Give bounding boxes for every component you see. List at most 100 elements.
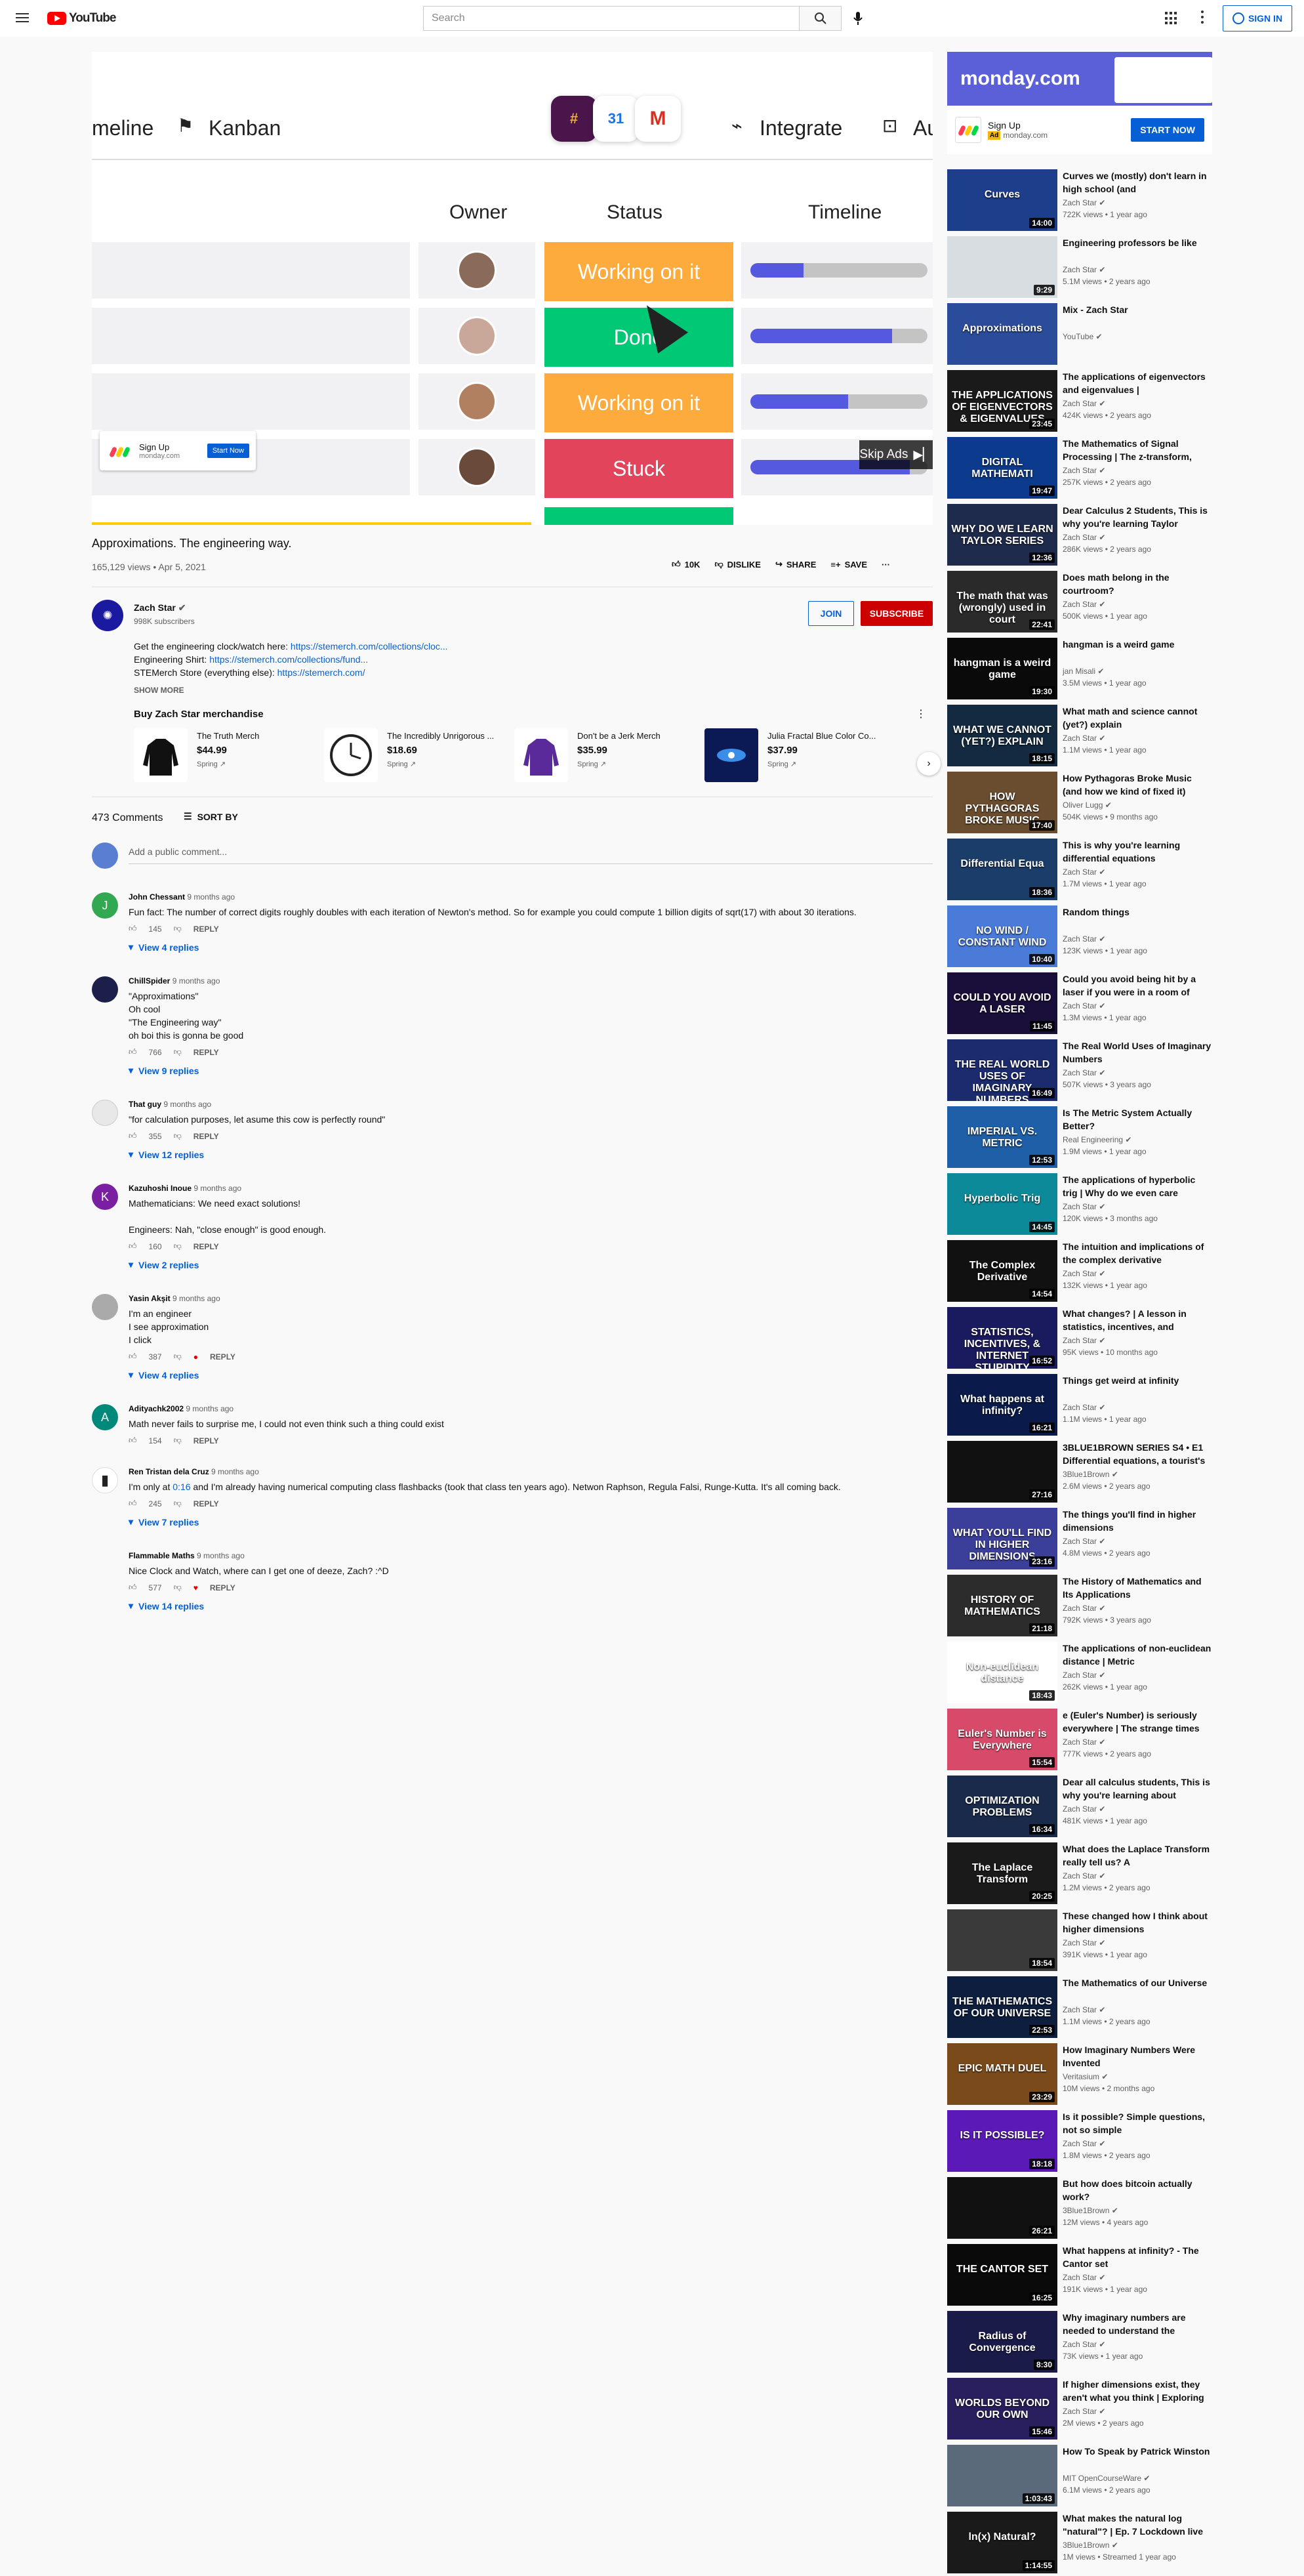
dislike-comment-icon[interactable]: 👎︎ — [174, 1241, 182, 1251]
sort-by-button[interactable]: ☰ SORT BY — [184, 811, 238, 822]
related-video-title[interactable]: The intuition and implications of the co… — [1063, 1240, 1212, 1266]
comment-time[interactable]: 9 months ago — [163, 1100, 211, 1109]
reply-button[interactable]: REPLY — [194, 1048, 219, 1057]
view-replies-button[interactable]: ▾ View 14 replies — [129, 1600, 933, 1611]
related-video-title[interactable]: Is it possible? Simple questions, not so… — [1063, 2110, 1212, 2136]
related-video-channel[interactable]: Zach Star ✔ — [1063, 533, 1105, 542]
related-video-item[interactable]: What happens at infinity? 16:21 Things get… — [947, 1374, 1212, 1436]
related-video-channel[interactable]: Zach Star ✔ — [1063, 867, 1105, 877]
comment-time[interactable]: 9 months ago — [211, 1467, 259, 1476]
related-video-title[interactable]: The things you'll find in higher dimensi… — [1063, 1508, 1212, 1534]
settings-more-icon[interactable] — [1200, 10, 1204, 25]
related-video-item[interactable]: IS IT POSSIBLE? 18:18 Is it possible? Simp… — [947, 2110, 1212, 2172]
dislike-button[interactable]: 👎︎ DISLIKE — [714, 559, 761, 570]
related-video-title[interactable]: The applications of hyperbolic trig | Wh… — [1063, 1173, 1212, 1199]
related-video-title[interactable]: How To Speak by Patrick Winston — [1063, 2445, 1212, 2458]
related-video-item[interactable]: WHAT WE CANNOT (YET?) EXPLAIN 18:15 What m… — [947, 705, 1212, 766]
related-video-item[interactable]: ln(x) Natural? 1:14:55 What makes the natu… — [947, 2512, 1212, 2573]
related-video-item[interactable]: THE CANTOR SET 16:25 What happens at infin… — [947, 2244, 1212, 2306]
comment-time[interactable]: 9 months ago — [173, 1294, 220, 1303]
related-video-title[interactable]: What math and science cannot (yet?) expl… — [1063, 705, 1212, 731]
related-video-item[interactable]: DIGITAL MATHEMATI 19:47 The Mathematics of… — [947, 437, 1212, 499]
related-video-channel[interactable]: Zach Star ✔ — [1063, 1737, 1105, 1747]
related-video-item[interactable]: hangman is a weird game 19:30 hangman is a… — [947, 638, 1212, 699]
related-video-item[interactable]: 1:03:43 How To Speak by Patrick Winston MI… — [947, 2445, 1212, 2506]
related-video-item[interactable]: Euler's Number is Everywhere 15:54 e (Eule… — [947, 1709, 1212, 1770]
related-video-title[interactable]: hangman is a weird game — [1063, 638, 1212, 651]
sidebar-ad-row[interactable]: Sign Up Ad monday.com START NOW — [947, 106, 1212, 154]
like-comment-icon[interactable]: 👍︎ — [129, 1241, 137, 1251]
related-video-item[interactable]: Radius of Convergence 8:30 Why imaginary n… — [947, 2311, 1212, 2373]
video-thumbnail[interactable]: THE MATHEMATICS OF OUR UNIVERSE 22:53 — [947, 1976, 1057, 2038]
search-button[interactable] — [800, 6, 842, 31]
video-thumbnail[interactable]: THE APPLICATIONS OF EIGENVECTORS & EIGEN… — [947, 370, 1057, 432]
related-video-channel[interactable]: Zach Star ✔ — [1063, 1001, 1105, 1010]
view-replies-button[interactable]: ▾ View 9 replies — [129, 1065, 933, 1076]
avatar[interactable]: ▮ — [92, 1467, 118, 1493]
related-video-item[interactable]: NO WIND / CONSTANT WIND 10:40 Random thing… — [947, 905, 1212, 967]
share-button[interactable]: ↪ SHARE — [775, 559, 816, 570]
related-video-channel[interactable]: 3Blue1Brown ✔ — [1063, 1470, 1118, 1479]
video-thumbnail[interactable]: HOW PYTHAGORAS BROKE MUSIC 17:40 — [947, 772, 1057, 833]
merch-item[interactable]: Don't be a Jerk Merch $35.99 Spring ↗ — [514, 728, 689, 782]
related-video-channel[interactable]: Zach Star ✔ — [1063, 198, 1105, 207]
related-video-channel[interactable]: Zach Star ✔ — [1063, 1403, 1105, 1412]
avatar[interactable] — [92, 1294, 118, 1320]
view-replies-button[interactable]: ▾ View 12 replies — [129, 1149, 933, 1160]
related-video-channel[interactable]: Veritasium ✔ — [1063, 2072, 1108, 2081]
related-video-title[interactable]: Curves we (mostly) don't learn in high s… — [1063, 169, 1212, 196]
view-replies-button[interactable]: ▾ View 4 replies — [129, 942, 933, 953]
related-video-title[interactable]: If higher dimensions exist, they aren't … — [1063, 2378, 1212, 2404]
merch-item[interactable]: The Incredibly Unrigorous ... $18.69 Sprin… — [324, 728, 499, 782]
desc-link[interactable]: https://stemerch.com/ — [277, 667, 365, 678]
related-video-title[interactable]: What does the Laplace Transform really t… — [1063, 1842, 1212, 1869]
like-button[interactable]: 👍︎ 10K — [672, 559, 700, 570]
start-now-button[interactable]: START NOW — [1131, 118, 1204, 142]
reply-button[interactable]: REPLY — [194, 924, 219, 934]
related-video-title[interactable]: How Pythagoras Broke Music (and how we k… — [1063, 772, 1212, 798]
search-input[interactable]: Search — [423, 6, 800, 31]
related-video-channel[interactable]: Zach Star ✔ — [1063, 1537, 1105, 1546]
video-thumbnail[interactable]: IMPERIAL VS. METRIC 12:53 — [947, 1106, 1057, 1168]
apps-grid-icon[interactable] — [1165, 12, 1178, 25]
video-thumbnail[interactable]: Approximations — [947, 303, 1057, 365]
related-video-item[interactable]: Approximations Mix - Zach Star YouTube ✔ — [947, 303, 1212, 365]
related-video-title[interactable]: Mix - Zach Star — [1063, 303, 1212, 316]
hamburger-menu-icon[interactable] — [14, 10, 30, 26]
related-video-title[interactable]: The Mathematics of Signal Processing | T… — [1063, 437, 1212, 463]
related-video-item[interactable]: THE MATHEMATICS OF OUR UNIVERSE 22:53 The … — [947, 1976, 1212, 2038]
related-video-item[interactable]: Differential Equa 18:36 This is why you're… — [947, 839, 1212, 900]
video-thumbnail[interactable]: 18:54 — [947, 1909, 1057, 1971]
video-thumbnail[interactable]: IS IT POSSIBLE? 18:18 — [947, 2110, 1057, 2172]
related-video-item[interactable]: 9:29 Engineering professors be like Zach S… — [947, 236, 1212, 298]
related-video-channel[interactable]: Zach Star ✔ — [1063, 2005, 1105, 2014]
video-thumbnail[interactable]: 27:16 — [947, 1441, 1057, 1503]
reply-button[interactable]: REPLY — [194, 1242, 219, 1251]
like-comment-icon[interactable]: 👍︎ — [129, 1583, 137, 1592]
related-video-item[interactable]: IMPERIAL VS. METRIC 12:53 Is The Metric Sy… — [947, 1106, 1212, 1168]
ad-card-start-button[interactable]: Start Now — [207, 444, 249, 458]
comment-author[interactable]: John Chessant — [129, 892, 185, 902]
sidebar-ad-banner[interactable]: monday.com — [947, 52, 1212, 106]
related-video-item[interactable]: 27:16 3BLUE1BROWN SERIES S4 • E1 Differen… — [947, 1441, 1212, 1503]
video-thumbnail[interactable]: NO WIND / CONSTANT WIND 10:40 — [947, 905, 1057, 967]
comment-time[interactable]: 9 months ago — [187, 892, 235, 902]
comment-author[interactable]: Kazuhoshi Inoue — [129, 1184, 192, 1193]
reply-button[interactable]: REPLY — [210, 1352, 235, 1361]
video-thumbnail[interactable]: COULD YOU AVOID A LASER 11:45 — [947, 972, 1057, 1034]
avatar[interactable] — [92, 1100, 118, 1126]
like-comment-icon[interactable]: 👍︎ — [129, 1131, 137, 1141]
comment-author[interactable]: Flammable Maths — [129, 1551, 195, 1560]
related-video-title[interactable]: The History of Mathematics and Its Appli… — [1063, 1575, 1212, 1601]
related-video-channel[interactable]: Oliver Lugg ✔ — [1063, 800, 1112, 810]
related-video-item[interactable]: HISTORY OF MATHEMATICS 21:18 The History o… — [947, 1575, 1212, 1636]
video-thumbnail[interactable]: Radius of Convergence 8:30 — [947, 2311, 1057, 2373]
related-video-title[interactable]: This is why you're learning differential… — [1063, 839, 1212, 865]
related-video-title[interactable]: But how does bitcoin actually work? — [1063, 2177, 1212, 2203]
video-thumbnail[interactable]: WHAT WE CANNOT (YET?) EXPLAIN 18:15 — [947, 705, 1057, 766]
video-thumbnail[interactable]: STATISTICS, INCENTIVES, & INTERNET STUPI… — [947, 1307, 1057, 1369]
more-actions-button[interactable]: ··· — [882, 560, 890, 570]
related-video-channel[interactable]: Zach Star ✔ — [1063, 1671, 1105, 1680]
view-replies-button[interactable]: ▾ View 2 replies — [129, 1259, 933, 1270]
related-video-channel[interactable]: Zach Star ✔ — [1063, 2139, 1105, 2148]
